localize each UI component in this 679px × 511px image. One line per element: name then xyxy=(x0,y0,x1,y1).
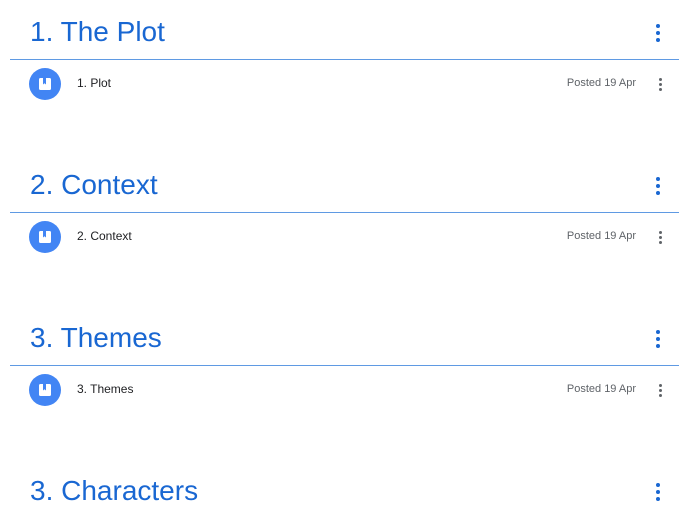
topic-title[interactable]: 3. Themes xyxy=(30,318,162,358)
topic-more-options-button[interactable] xyxy=(648,328,668,350)
material-more-options-button[interactable] xyxy=(650,74,670,94)
topic-title[interactable]: 2. Context xyxy=(30,165,158,205)
posted-date: Posted 19 Apr xyxy=(566,383,636,395)
topic-more-options-button[interactable] xyxy=(648,481,668,503)
material-item[interactable]: 2. Context Posted 19 Apr xyxy=(0,221,679,257)
more-vert-icon xyxy=(656,330,660,334)
more-vert-icon xyxy=(658,77,662,81)
material-icon xyxy=(29,68,61,100)
topic-divider xyxy=(10,212,679,213)
material-title[interactable]: 1. Plot xyxy=(77,76,111,90)
posted-date: Posted 19 Apr xyxy=(566,230,636,242)
more-vert-icon xyxy=(658,230,662,234)
material-item[interactable]: 1. Plot Posted 19 Apr xyxy=(0,68,679,104)
more-vert-icon xyxy=(658,383,662,387)
topic-title[interactable]: 1. The Plot xyxy=(30,12,165,52)
topic-more-options-button[interactable] xyxy=(648,22,668,44)
material-icon xyxy=(29,221,61,253)
material-more-options-button[interactable] xyxy=(650,227,670,247)
more-vert-icon xyxy=(656,177,660,181)
topic-more-options-button[interactable] xyxy=(648,175,668,197)
topic-divider xyxy=(10,59,679,60)
more-vert-icon xyxy=(656,483,660,487)
more-vert-icon xyxy=(656,24,660,28)
topic-title[interactable]: 3. Characters xyxy=(30,471,198,511)
material-icon xyxy=(29,374,61,406)
material-item[interactable]: 3. Themes Posted 19 Apr xyxy=(0,374,679,410)
topic-divider xyxy=(10,365,679,366)
material-more-options-button[interactable] xyxy=(650,380,670,400)
posted-date: Posted 19 Apr xyxy=(566,77,636,89)
material-title[interactable]: 2. Context xyxy=(77,229,132,243)
material-title[interactable]: 3. Themes xyxy=(77,382,133,396)
